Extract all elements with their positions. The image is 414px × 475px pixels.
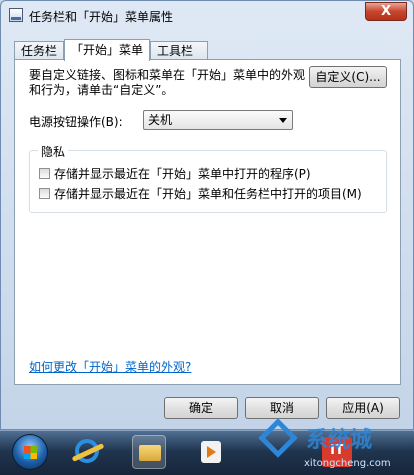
internet-explorer-icon[interactable]: [70, 435, 104, 469]
chevron-down-icon: [279, 118, 287, 123]
close-icon: X: [380, 4, 392, 19]
dialog-window: 任务栏和「开始」菜单属性 X 任务栏 「开始」菜单 工具栏 要自定义链接、图标和…: [0, 0, 414, 430]
recent-items-checkbox[interactable]: [39, 188, 50, 199]
start-menu-help-link[interactable]: 如何更改「开始」菜单的外观?: [29, 358, 191, 375]
start-orb-icon[interactable]: [12, 434, 48, 470]
recent-programs-label: 存储并显示最近在「开始」菜单中打开的程序(P): [54, 167, 311, 181]
recent-programs-checkbox[interactable]: [39, 168, 50, 179]
tab-toolbars[interactable]: 工具栏: [150, 41, 208, 60]
taskbar-properties-icon: [9, 8, 23, 22]
customize-instruction: 要自定义链接、图标和菜单在「开始」菜单中的外观和行为，请单击“自定义”。: [29, 68, 306, 97]
apply-button[interactable]: 应用(A): [326, 397, 400, 419]
recent-items-option[interactable]: 存储并显示最近在「开始」菜单和任务栏中打开的项目(M): [39, 185, 362, 202]
watermark-domain: xitongcheng.com: [304, 458, 391, 469]
recent-programs-option[interactable]: 存储并显示最近在「开始」菜单中打开的程序(P): [39, 165, 311, 182]
watermark: 系统城 xitongcheng.com: [256, 418, 406, 474]
start-menu-panel: 要自定义链接、图标和菜单在「开始」菜单中的外观和行为，请单击“自定义”。 自定义…: [14, 59, 401, 385]
power-button-select[interactable]: 关机: [143, 110, 293, 130]
privacy-group-label: 隐私: [38, 143, 69, 160]
window-title: 任务栏和「开始」菜单属性: [29, 10, 174, 24]
power-button-value: 关机: [148, 113, 173, 127]
customize-button[interactable]: 自定义(C)...: [309, 66, 387, 88]
power-button-label: 电源按钮操作(B):: [29, 115, 123, 129]
folder-icon[interactable]: [132, 435, 166, 469]
privacy-group: 隐私 存储并显示最近在「开始」菜单中打开的程序(P) 存储并显示最近在「开始」菜…: [29, 143, 387, 213]
tab-start-menu[interactable]: 「开始」菜单: [64, 39, 150, 61]
ok-button[interactable]: 确定: [164, 397, 238, 419]
close-button[interactable]: X: [365, 2, 407, 21]
tab-taskbar[interactable]: 任务栏: [14, 41, 64, 60]
cancel-button[interactable]: 取消: [245, 397, 319, 419]
title-bar[interactable]: 任务栏和「开始」菜单属性 X: [1, 1, 413, 31]
media-player-icon[interactable]: [194, 435, 228, 469]
watermark-logo-icon: [258, 418, 298, 458]
watermark-brand: 系统城: [306, 428, 373, 453]
recent-items-label: 存储并显示最近在「开始」菜单和任务栏中打开的项目(M): [54, 187, 362, 201]
